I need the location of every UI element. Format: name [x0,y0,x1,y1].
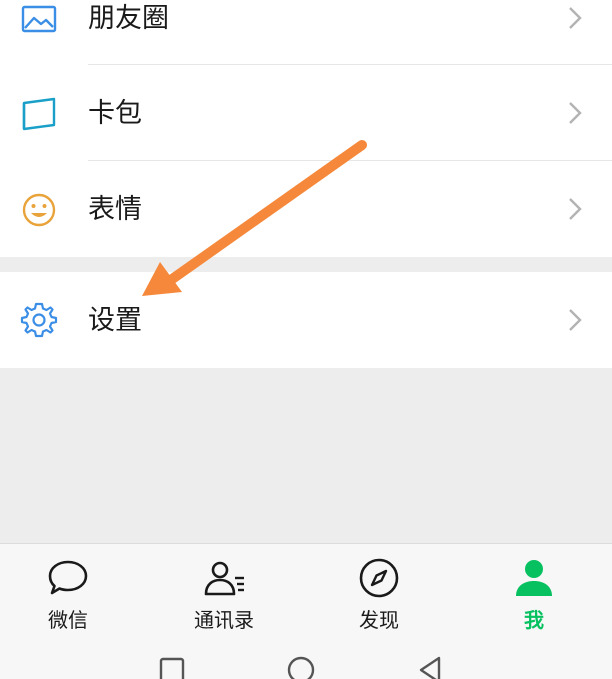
system-nav-bar [0,635,612,679]
menu-item-label: 卡包 [88,98,142,129]
menu-item-label: 设置 [88,305,142,336]
tab-chats[interactable]: 微信 [8,544,128,636]
menu-item-moments[interactable]: 朋友圈 [0,0,612,70]
chat-bubble-icon [46,556,90,600]
card-wallet-icon [20,95,58,133]
home-icon[interactable] [286,655,316,679]
menu-item-label: 表情 [88,194,142,225]
gear-icon [20,301,58,339]
person-icon [512,556,556,600]
tab-contacts[interactable]: 通讯录 [164,544,284,636]
menu-item-label: 朋友圈 [88,3,169,34]
tab-label: 通讯录 [194,608,254,632]
back-icon[interactable] [415,655,445,679]
smiley-icon [20,191,58,229]
menu-item-settings[interactable]: 设置 [0,272,612,368]
chevron-right-icon [566,4,584,32]
menu-item-card-wallet[interactable]: 卡包 [0,65,612,161]
tab-discover[interactable]: 发现 [319,544,439,636]
chevron-right-icon [566,99,584,127]
tab-label: 我 [524,608,544,632]
compass-icon [357,556,401,600]
contacts-icon [202,556,246,600]
photo-icon [20,0,58,38]
tab-label: 微信 [48,608,88,632]
chevron-right-icon [566,306,584,334]
tab-me[interactable]: 我 [474,544,594,636]
menu-item-stickers[interactable]: 表情 [0,161,612,257]
recent-apps-icon[interactable] [157,655,187,679]
chevron-right-icon [566,195,584,223]
section-gap [0,257,612,272]
bottom-tab-bar: 微信 通讯录 发现 我 [0,543,612,635]
tab-label: 发现 [359,608,399,632]
